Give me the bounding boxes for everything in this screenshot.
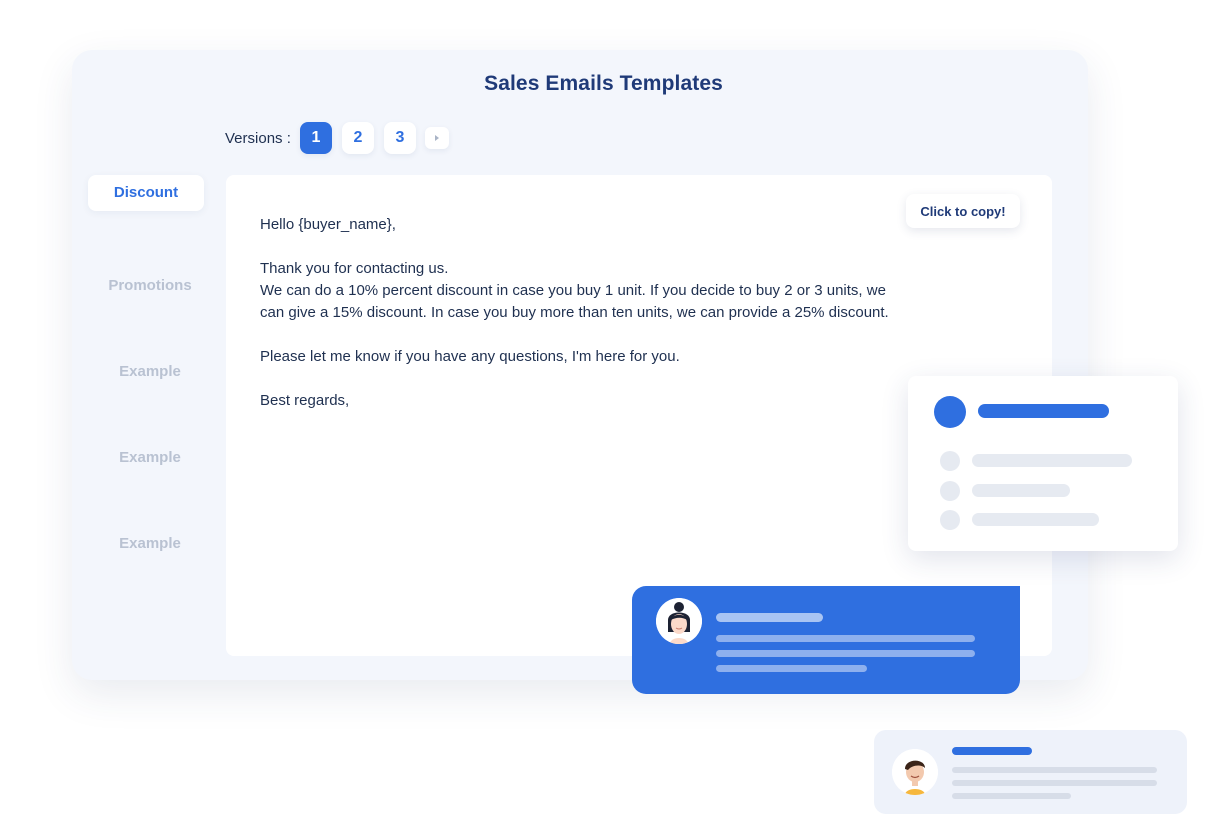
email-greeting: Hello {buyer_name}, [260, 216, 396, 233]
list-item-placeholder [972, 454, 1132, 467]
list-title-placeholder [978, 404, 1109, 418]
sidebar-item-example-1[interactable]: Example [95, 363, 205, 380]
chat-message-card [632, 586, 1020, 694]
list-item-bullet [940, 510, 960, 530]
sidebar-item-promotions[interactable]: Promotions [95, 277, 205, 294]
version-2-button[interactable]: 2 [342, 122, 374, 154]
reply-title-placeholder [952, 747, 1032, 755]
list-item-placeholder [972, 513, 1099, 526]
reply-line-placeholder [952, 780, 1157, 786]
sidebar-item-example-2[interactable]: Example [95, 449, 205, 466]
email-signoff: Best regards, [260, 392, 350, 409]
man-avatar-icon [892, 749, 938, 795]
list-item-bullet [940, 451, 960, 471]
message-line-placeholder [716, 665, 867, 672]
copy-button[interactable]: Click to copy! [906, 194, 1020, 228]
message-line-placeholder [716, 650, 975, 657]
list-item-placeholder [972, 484, 1070, 497]
page-title: Sales Emails Templates [484, 72, 723, 95]
list-avatar-placeholder [934, 396, 966, 428]
email-line-questions: Please let me know if you have any quest… [260, 348, 680, 365]
version-1-button[interactable]: 1 [300, 122, 332, 154]
version-3-button[interactable]: 3 [384, 122, 416, 154]
message-title-placeholder [716, 613, 823, 622]
reply-line-placeholder [952, 767, 1157, 773]
reply-line-placeholder [952, 793, 1071, 799]
versions-label: Versions : [225, 130, 291, 147]
email-line-discount: We can do a 10% percent discount in case… [260, 282, 889, 321]
sidebar-item-example-3[interactable]: Example [95, 535, 205, 552]
woman-avatar-icon [656, 598, 702, 644]
email-body: Hello {buyer_name}, Thank you for contac… [260, 214, 900, 434]
sidebar-item-discount[interactable]: Discount [88, 175, 204, 211]
list-item-bullet [940, 481, 960, 501]
skeleton-list-card [908, 376, 1178, 551]
next-version-button[interactable] [425, 127, 449, 149]
email-line-thanks: Thank you for contacting us. [260, 260, 449, 277]
play-triangle-icon [435, 135, 439, 141]
message-line-placeholder [716, 635, 975, 642]
chat-reply-card [874, 730, 1187, 814]
